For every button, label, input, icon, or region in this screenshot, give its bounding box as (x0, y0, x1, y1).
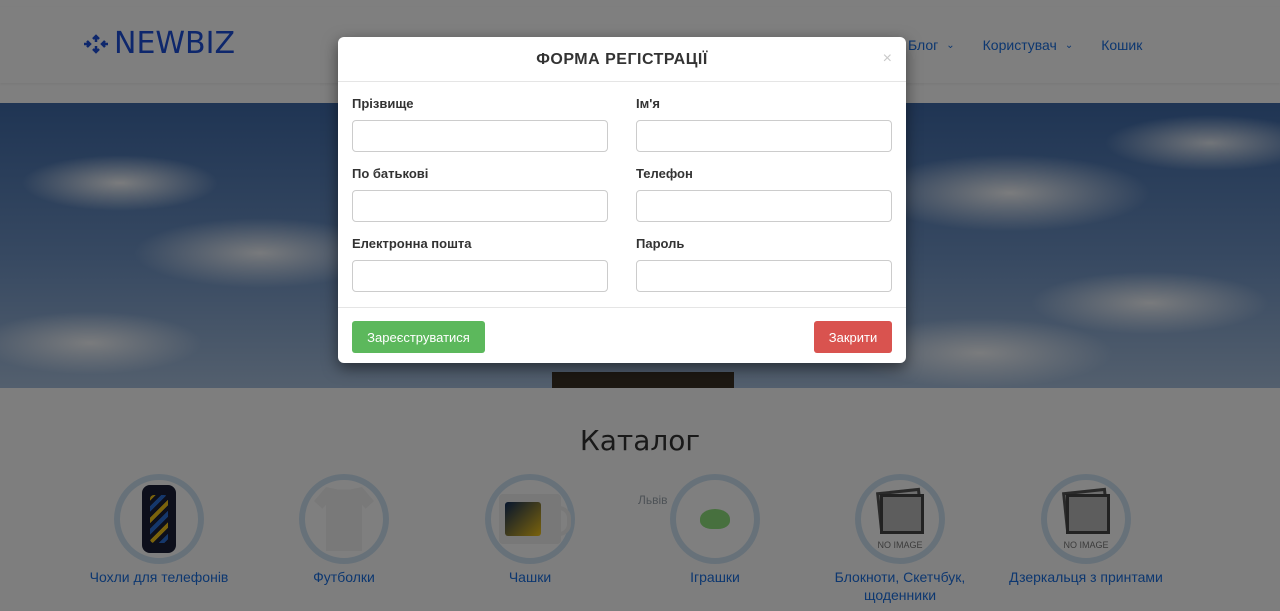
close-icon[interactable]: × (883, 50, 892, 68)
modal-footer: Зареєструватися Закрити (338, 307, 906, 364)
first-name-group: Ім'я (636, 96, 892, 152)
modal-header: ФОРМА РЕГІСТРАЦІЇ × (338, 37, 906, 82)
email-label: Електронна пошта (352, 236, 472, 251)
password-input[interactable] (636, 260, 892, 292)
register-button[interactable]: Зареєструватися (352, 321, 485, 353)
surname-input[interactable] (352, 120, 608, 152)
password-label: Пароль (636, 236, 685, 251)
email-group: Електронна пошта (352, 236, 608, 292)
first-name-input[interactable] (636, 120, 892, 152)
modal-title: ФОРМА РЕГІСТРАЦІЇ (536, 51, 708, 68)
first-name-label: Ім'я (636, 96, 660, 111)
phone-group: Телефон (636, 166, 892, 222)
email-input[interactable] (352, 260, 608, 292)
patronymic-input[interactable] (352, 190, 608, 222)
surname-group: Прізвище (352, 96, 608, 152)
patronymic-group: По батькові (352, 166, 608, 222)
close-button[interactable]: Закрити (814, 321, 892, 353)
password-group: Пароль (636, 236, 892, 292)
patronymic-label: По батькові (352, 166, 429, 181)
surname-label: Прізвище (352, 96, 414, 111)
phone-input[interactable] (636, 190, 892, 222)
phone-label: Телефон (636, 166, 693, 181)
registration-modal: ФОРМА РЕГІСТРАЦІЇ × Прізвище Ім'я По бат… (338, 37, 906, 363)
